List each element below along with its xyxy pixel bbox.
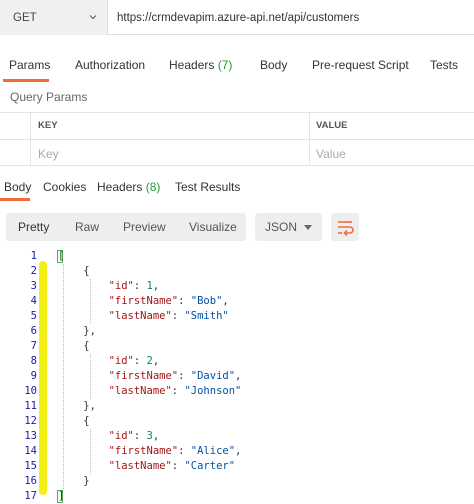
visualize-button[interactable]: Visualize <box>189 213 237 241</box>
line-number: 8 <box>30 355 37 367</box>
code-line: ] <box>58 490 65 502</box>
tab-authorization[interactable]: Authorization <box>75 52 145 82</box>
request-tabs: Params Authorization Headers (7) Body Pr… <box>0 52 474 82</box>
code-line: "lastName": "Johnson" <box>108 385 242 397</box>
pretty-button[interactable]: Pretty <box>18 213 49 241</box>
active-tab-indicator <box>0 198 30 201</box>
code-line: { <box>58 265 90 277</box>
customer-last-name: Carter <box>190 460 229 472</box>
response-tabs: Body Cookies Headers (8) Test Results <box>0 176 474 201</box>
wrap-lines-icon <box>338 221 354 237</box>
line-number: 14 <box>24 445 37 457</box>
line-number: 11 <box>24 400 37 412</box>
code-line: "firstName": "Alice", <box>108 445 242 457</box>
tab-cookies[interactable]: Cookies <box>43 180 86 194</box>
code-line: [ <box>58 250 65 262</box>
value-input[interactable]: Value <box>316 147 346 161</box>
line-number: 16 <box>24 475 37 487</box>
customer-first-name: Alice <box>197 445 229 457</box>
tab-response-headers[interactable]: Headers (8) <box>97 180 160 194</box>
customer-id: 1 <box>146 280 153 292</box>
column-divider <box>30 112 31 166</box>
code-line: { <box>58 415 90 427</box>
line-number: 10 <box>24 385 37 397</box>
preview-button[interactable]: Preview <box>123 213 166 241</box>
code-line: "id": 1, <box>108 280 160 292</box>
format-label: JSON <box>265 220 298 234</box>
wrap-lines-button[interactable] <box>331 213 359 241</box>
table-header-row <box>0 112 474 139</box>
line-number: 3 <box>30 280 37 292</box>
query-params-table: KEY VALUE Key Value <box>0 112 474 166</box>
tab-tests[interactable]: Tests <box>430 52 458 82</box>
line-number: 12 <box>24 415 37 427</box>
line-number: 6 <box>30 325 37 337</box>
url-input[interactable]: https://crmdevapim.azure-api.net/api/cus… <box>117 0 359 35</box>
highlighter-mark <box>39 261 47 495</box>
method-label: GET <box>13 11 37 24</box>
tab-response-body[interactable]: Body <box>4 180 31 194</box>
caret-down-icon <box>304 225 312 230</box>
line-number: 15 <box>24 460 37 472</box>
code-line: "id": 2, <box>108 355 160 367</box>
customer-first-name: Bob <box>197 295 217 307</box>
raw-button[interactable]: Raw <box>75 213 99 241</box>
line-number: 9 <box>30 370 37 382</box>
line-number: 1 <box>30 250 37 262</box>
line-number: 2 <box>30 265 37 277</box>
customer-last-name: Smith <box>190 310 223 322</box>
column-divider <box>309 112 310 166</box>
customer-id: 2 <box>146 355 153 367</box>
code-line: "firstName": "David", <box>108 370 242 382</box>
line-number: 13 <box>24 430 37 442</box>
active-tab-indicator <box>3 79 49 82</box>
response-headers-count: (8) <box>145 180 161 194</box>
code-line: "id": 3, <box>108 430 160 442</box>
customer-id: 3 <box>146 430 153 442</box>
response-body-code[interactable]: 1 2 3 4 5 6 7 8 9 10 11 12 13 14 15 16 17 [ { "id": 1, "… <box>0 249 474 503</box>
code-line: "firstName": "Bob", <box>108 295 229 307</box>
headers-count: (7) <box>217 58 233 72</box>
customer-last-name: Johnson <box>190 385 236 397</box>
table-row <box>0 139 474 166</box>
format-select[interactable]: JSON <box>255 213 322 241</box>
code-line: }, <box>58 325 96 337</box>
request-bar: GET https://crmdevapim.azure-api.net/api… <box>0 0 474 35</box>
tab-pre-request-script[interactable]: Pre-request Script <box>312 52 409 82</box>
tab-test-results[interactable]: Test Results <box>175 180 240 194</box>
tab-headers[interactable]: Headers (7) <box>169 52 232 82</box>
key-input[interactable]: Key <box>38 147 59 161</box>
query-params-title: Query Params <box>10 90 88 104</box>
code-line: { <box>58 340 90 352</box>
chevron-down-icon <box>89 15 97 20</box>
line-number: 5 <box>30 310 37 322</box>
line-number: 7 <box>30 340 37 352</box>
code-line: } <box>58 475 90 487</box>
code-line: "lastName": "Smith" <box>108 310 229 322</box>
line-number: 17 <box>24 490 37 502</box>
tab-body[interactable]: Body <box>260 52 287 82</box>
view-mode-group: Pretty Raw Preview Visualize <box>6 213 246 241</box>
column-header-key: KEY <box>38 120 58 131</box>
code-line: "lastName": "Carter" <box>108 460 236 472</box>
tab-params[interactable]: Params <box>9 52 50 82</box>
customer-first-name: David <box>197 370 229 382</box>
line-number: 4 <box>30 295 37 307</box>
code-line: }, <box>58 400 96 412</box>
column-header-value: VALUE <box>316 120 348 131</box>
method-select[interactable]: GET <box>0 0 108 35</box>
